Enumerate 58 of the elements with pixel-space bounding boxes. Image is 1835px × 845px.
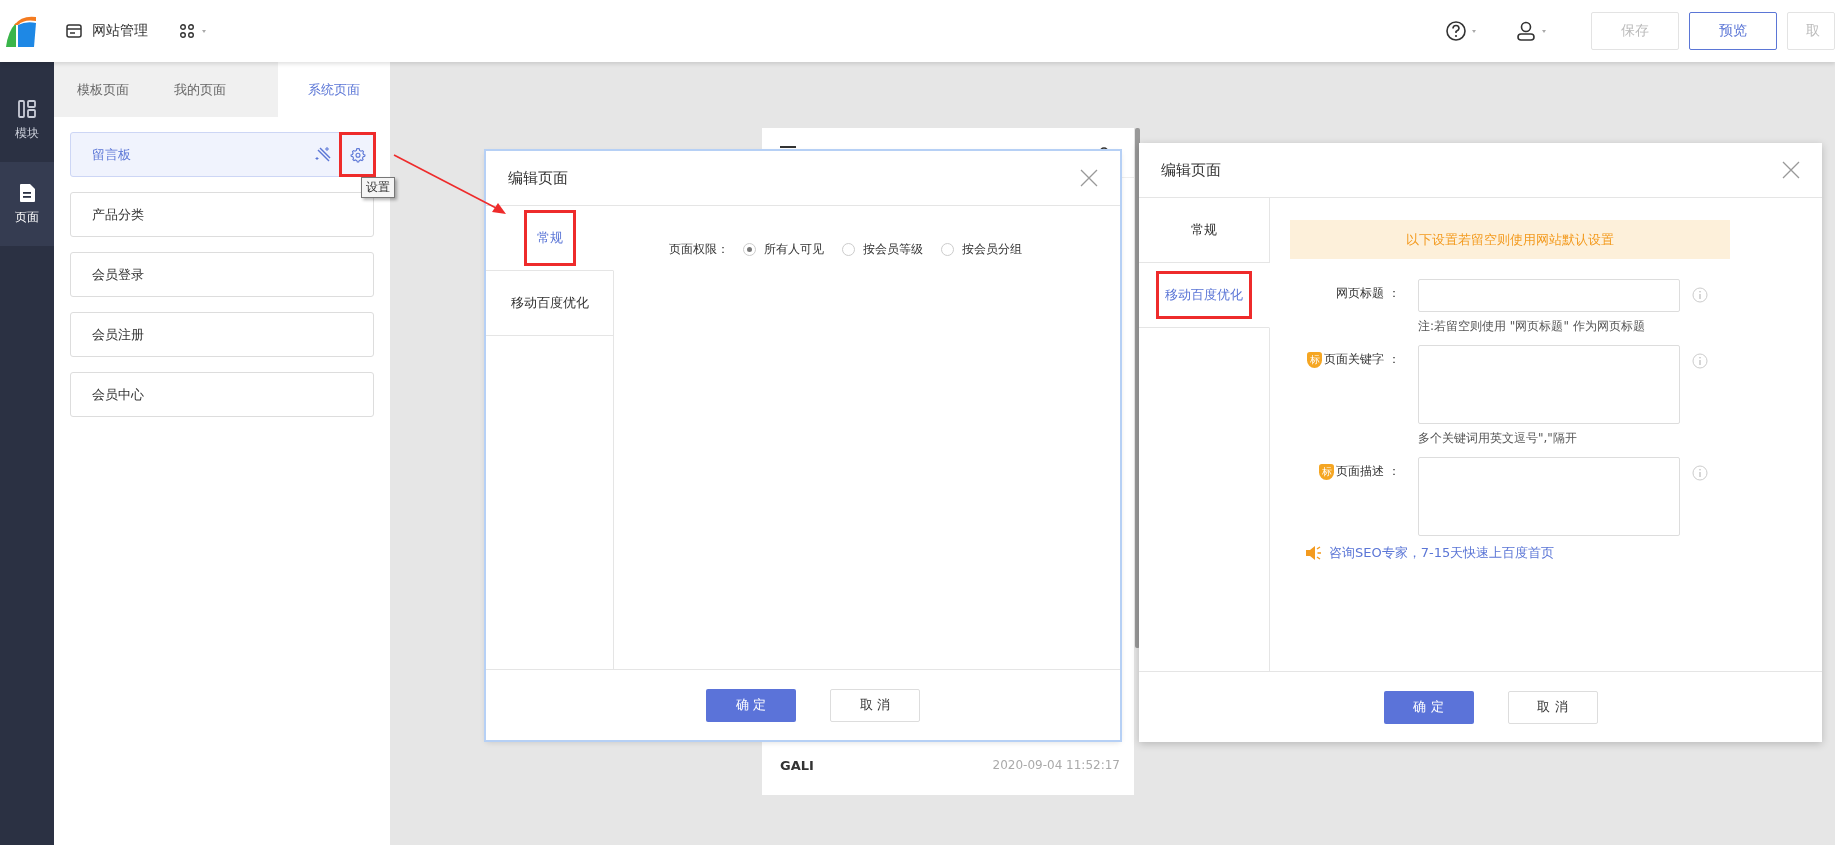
cancel-button[interactable]: 取 消 [830, 688, 920, 722]
field-label: 页面关键字 ： [1324, 351, 1400, 368]
field-hint: 注:若留空则使用 "网页标题" 作为网页标题 [1418, 318, 1646, 335]
sidebar-item[interactable]: 页面 [0, 162, 54, 246]
input-field[interactable] [1418, 279, 1680, 312]
dialog-tab[interactable]: 移动百度优化 [1156, 271, 1252, 319]
radio-option[interactable]: 按会员等级 [842, 241, 923, 258]
permission-label: 页面权限： [669, 241, 729, 258]
page-icon [18, 182, 36, 203]
field-label: 页面描述 ： [1336, 463, 1400, 480]
close-icon[interactable] [1782, 161, 1800, 179]
page-item[interactable]: 会员登录 [70, 252, 374, 297]
speaker-icon [1305, 545, 1323, 561]
settings-icon [349, 146, 366, 163]
page-name: 留言板 [92, 145, 131, 164]
comment-author: GALI [780, 758, 814, 773]
page-name: 会员登录 [92, 265, 144, 284]
notice-banner: 以下设置若留空则使用网站默认设置 [1290, 220, 1730, 259]
help-icon [1445, 20, 1479, 42]
confirm-button[interactable]: 确 定 [1383, 690, 1474, 724]
close-icon[interactable] [1080, 169, 1098, 187]
page-item[interactable]: 会员中心 [70, 372, 374, 417]
dialog-title: 编辑页面 [1161, 160, 1221, 180]
layout-icon [17, 98, 37, 119]
info-icon[interactable] [1692, 465, 1708, 481]
page-tab[interactable]: 我的页面 [151, 62, 248, 117]
sidebar-item[interactable]: 模块 [0, 78, 54, 162]
page-item[interactable]: 会员注册 [70, 312, 374, 357]
page-tab[interactable]: 系统页面 [278, 62, 390, 117]
field-label: 网页标题 ： [1336, 285, 1400, 302]
radio-option[interactable]: 所有人可见 [743, 241, 824, 258]
user-icon [1515, 20, 1549, 42]
confirm-button[interactable]: 确 定 [706, 688, 796, 722]
page-name: 产品分类 [92, 205, 144, 224]
cancel-button[interactable]: 取 消 [1507, 690, 1598, 724]
field-hint: 多个关键词用英文逗号","隔开 [1418, 430, 1578, 447]
info-icon[interactable] [1692, 353, 1708, 369]
site-management-menu[interactable]: 网站管理 [62, 18, 152, 44]
settings-button[interactable] [339, 132, 376, 177]
tag-badge: 标 [1319, 463, 1335, 480]
grid-icon [180, 24, 208, 38]
tag-badge: 标 [1307, 351, 1323, 368]
dialog-tab[interactable]: 移动百度优化 [501, 279, 598, 327]
comment-time: 2020-09-04 11:52:17 [992, 758, 1120, 773]
page-tab[interactable]: 模板页面 [54, 62, 151, 117]
page-name: 会员注册 [92, 325, 144, 344]
page-item[interactable]: 产品分类 [70, 192, 374, 237]
info-icon[interactable] [1692, 287, 1708, 303]
toolbar-button[interactable]: 预览 [1689, 12, 1777, 50]
dialog-title: 编辑页面 [508, 168, 568, 188]
page-name: 会员中心 [92, 385, 144, 404]
dialog-tab[interactable]: 常规 [1182, 206, 1226, 254]
magic-wand-icon[interactable] [315, 146, 331, 162]
tooltip: 设置 [361, 177, 395, 198]
browser-icon [66, 24, 82, 38]
radio-option[interactable]: 按会员分组 [941, 241, 1022, 258]
dialog-tab[interactable]: 常规 [523, 210, 576, 266]
seo-expert-link[interactable]: 咨询SEO专家，7-15天快速上百度首页 [1329, 544, 1555, 562]
